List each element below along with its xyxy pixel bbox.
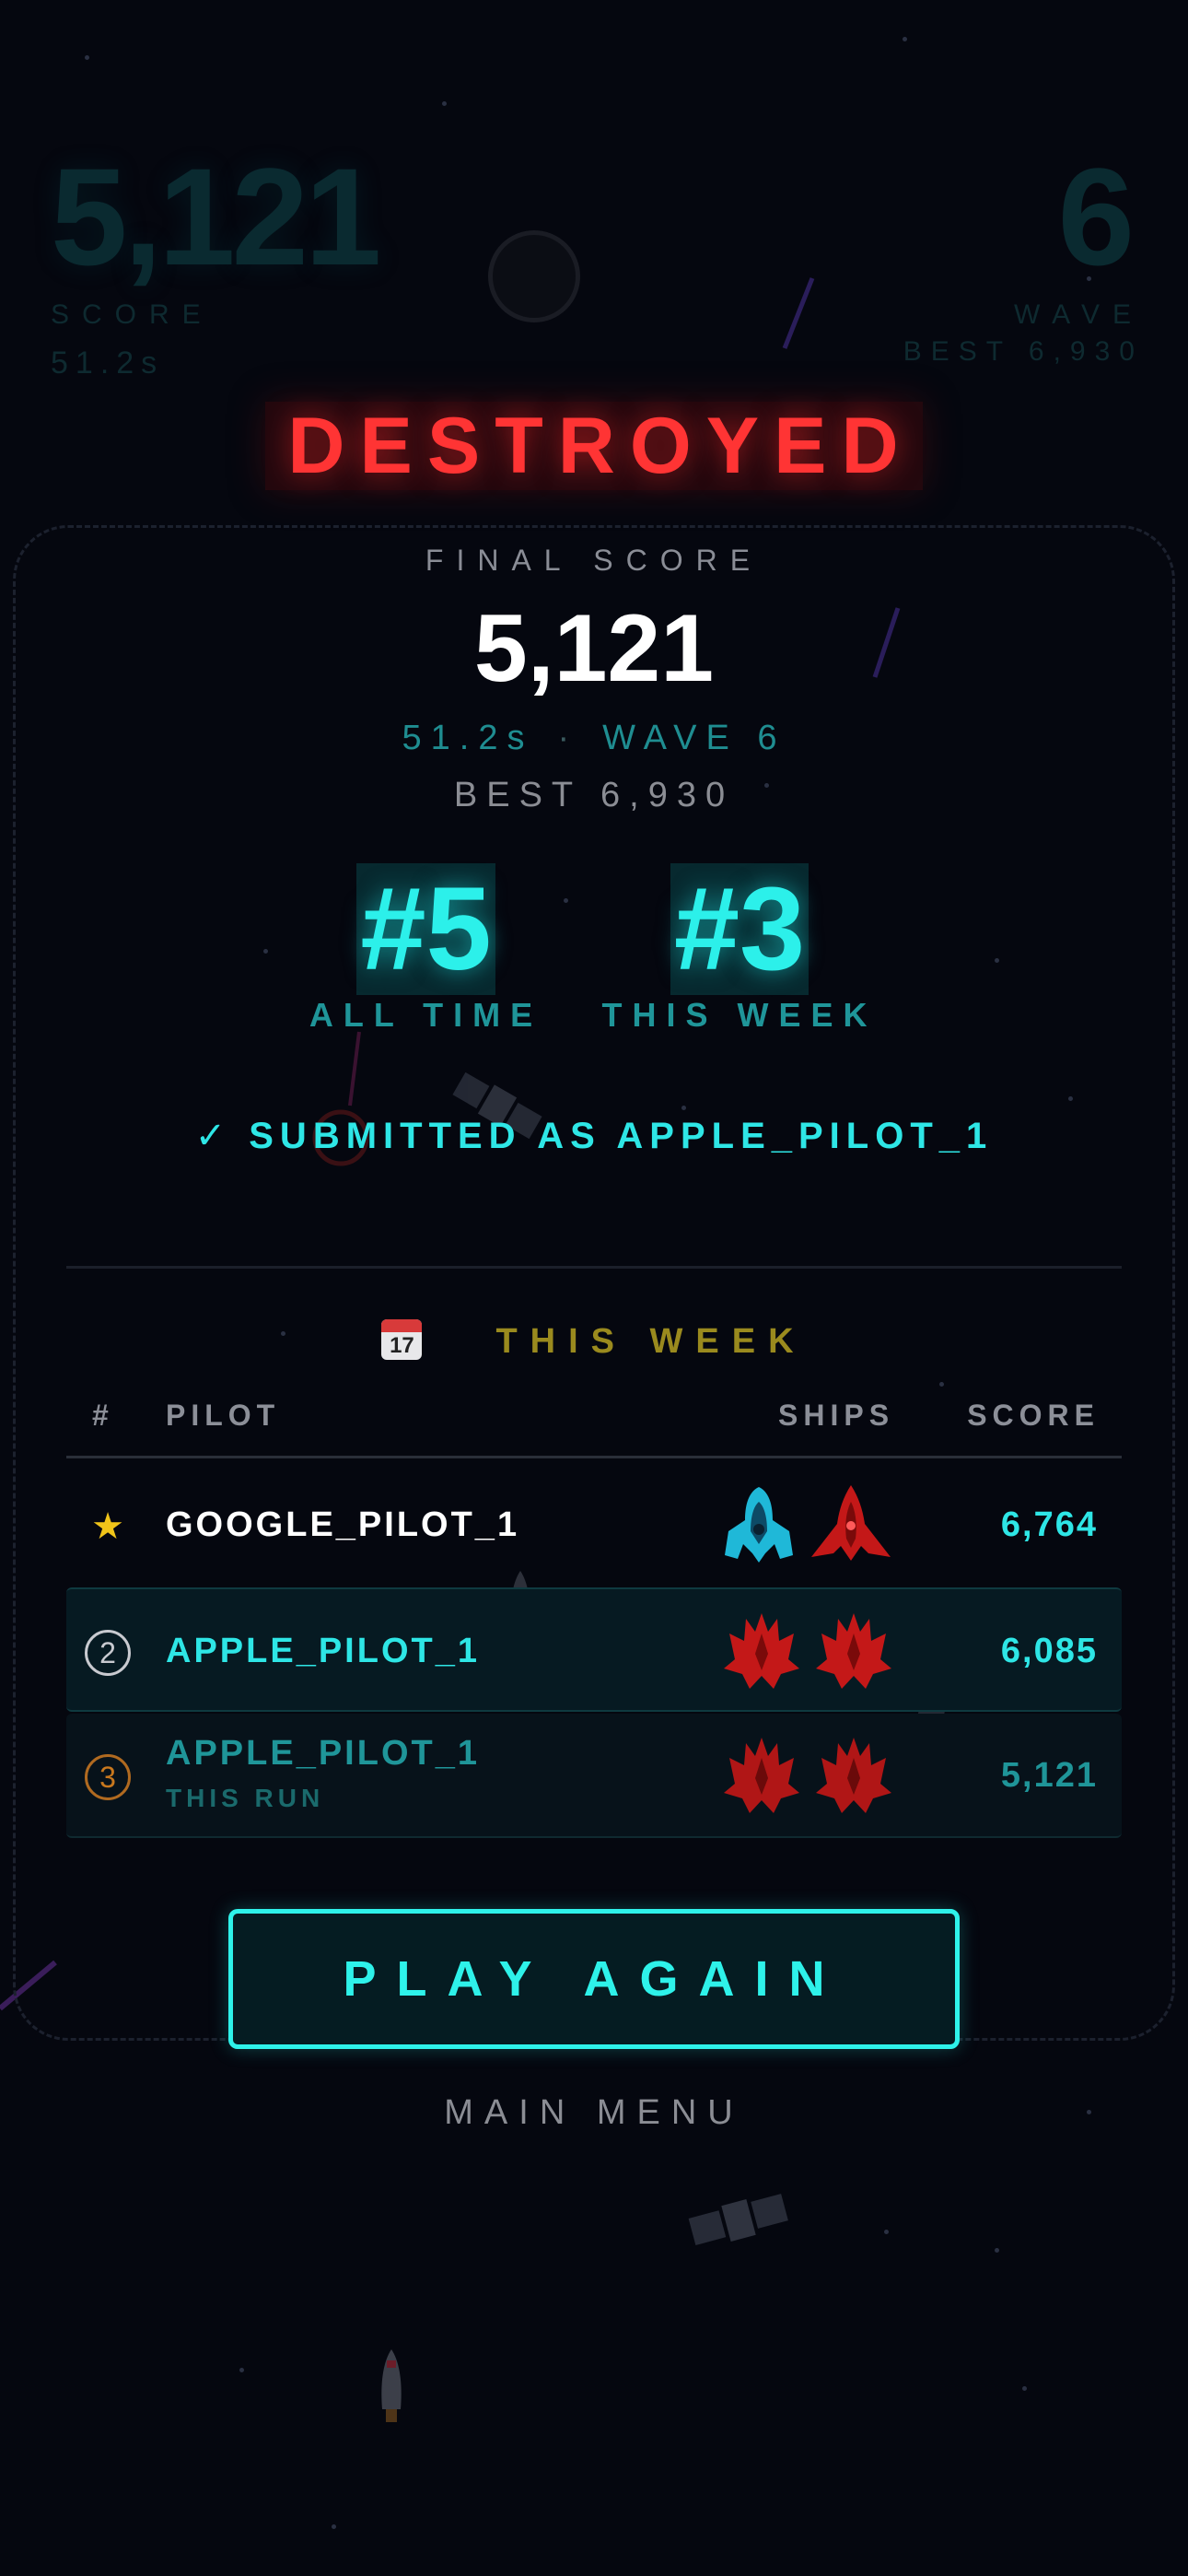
table-row[interactable]: 3 APPLE_PILOT_1 THIS RUN 5,121 — [66, 1714, 1122, 1838]
play-again-button[interactable]: PLAY AGAIN — [228, 1909, 960, 2049]
run-wave: WAVE 6 — [602, 719, 786, 757]
calendar-icon: 17 — [381, 1318, 423, 1360]
hud-wave: 6 — [1057, 139, 1135, 294]
red-claw-fighter-icon — [724, 1738, 799, 1813]
submitted-text: SUBMITTED AS APPLE_PILOT_1 — [249, 1116, 994, 1156]
game-over-title: DESTROYED — [0, 401, 1188, 492]
table-header-divider — [66, 1456, 1122, 1458]
rank-badge: 3 — [85, 1754, 131, 1800]
hud-score-label: SCORE — [51, 299, 214, 330]
red-claw-fighter-icon — [816, 1613, 891, 1689]
leaderboard-title: 17 THIS WEEK — [0, 1318, 1188, 1364]
satellite-icon — [688, 2194, 788, 2245]
column-header-rank: # — [92, 1399, 114, 1432]
column-header-score: SCORE — [967, 1399, 1100, 1432]
rank-this-week-value: #3 — [670, 863, 809, 995]
red-claw-fighter-icon — [816, 1738, 891, 1813]
rank-badge: 2 — [85, 1630, 131, 1676]
pilot-score: 5,121 — [1000, 1756, 1098, 1795]
red-claw-fighter-icon — [724, 1613, 799, 1689]
pilot-subtitle: THIS RUN — [166, 1784, 325, 1812]
final-score: 5,121 — [473, 595, 715, 702]
final-score-label: FINAL SCORE — [425, 544, 763, 577]
best-score: BEST 6,930 — [453, 776, 735, 814]
divider — [66, 1266, 1122, 1269]
hud-score: 5,121 — [51, 139, 381, 294]
pause-button[interactable] — [488, 230, 580, 322]
table-row[interactable]: ★ GOOGLE_PILOT_1 6,764 — [66, 1463, 1122, 1587]
hud-best: BEST 6,930 — [903, 336, 1144, 367]
pilot-score: 6,764 — [1000, 1505, 1098, 1544]
pilot-name: APPLE_PILOT_1 — [166, 1734, 480, 1773]
rocket-icon — [381, 2349, 402, 2422]
column-header-pilot: PILOT — [166, 1399, 281, 1432]
rank-all-time: #5 ALL TIME — [304, 863, 548, 1035]
pilot-score: 6,085 — [1000, 1632, 1098, 1670]
rank-all-time-value: #5 — [356, 863, 495, 995]
gold-star-icon: ★ — [91, 1506, 124, 1547]
hud-time: 51.2s — [51, 345, 165, 381]
cyan-fighter-icon — [725, 1487, 793, 1563]
leaderboard-title-text: THIS WEEK — [495, 1322, 807, 1361]
submitted-status: ✓ SUBMITTED AS APPLE_PILOT_1 — [0, 1115, 1188, 1157]
run-stats: 51.2s · WAVE 6 — [0, 719, 1188, 758]
rank-all-time-label: ALL TIME — [309, 996, 543, 1034]
main-menu-button[interactable]: MAIN MENU — [0, 2093, 1188, 2133]
stats-separator: · — [557, 719, 579, 757]
table-row[interactable]: 2 APPLE_PILOT_1 6,085 — [66, 1587, 1122, 1712]
run-time: 51.2s — [402, 719, 534, 757]
pilot-name: GOOGLE_PILOT_1 — [166, 1505, 520, 1544]
rank-this-week-label: THIS WEEK — [601, 996, 878, 1034]
red-wing-fighter-icon — [811, 1485, 891, 1561]
hud-wave-label: WAVE — [1013, 299, 1144, 330]
column-header-ships: SHIPS — [778, 1399, 895, 1432]
pilot-name: APPLE_PILOT_1 — [166, 1632, 480, 1670]
meteor-streak — [782, 277, 815, 349]
check-icon: ✓ — [194, 1116, 233, 1156]
rank-this-week: #3 THIS WEEK — [597, 863, 882, 1035]
